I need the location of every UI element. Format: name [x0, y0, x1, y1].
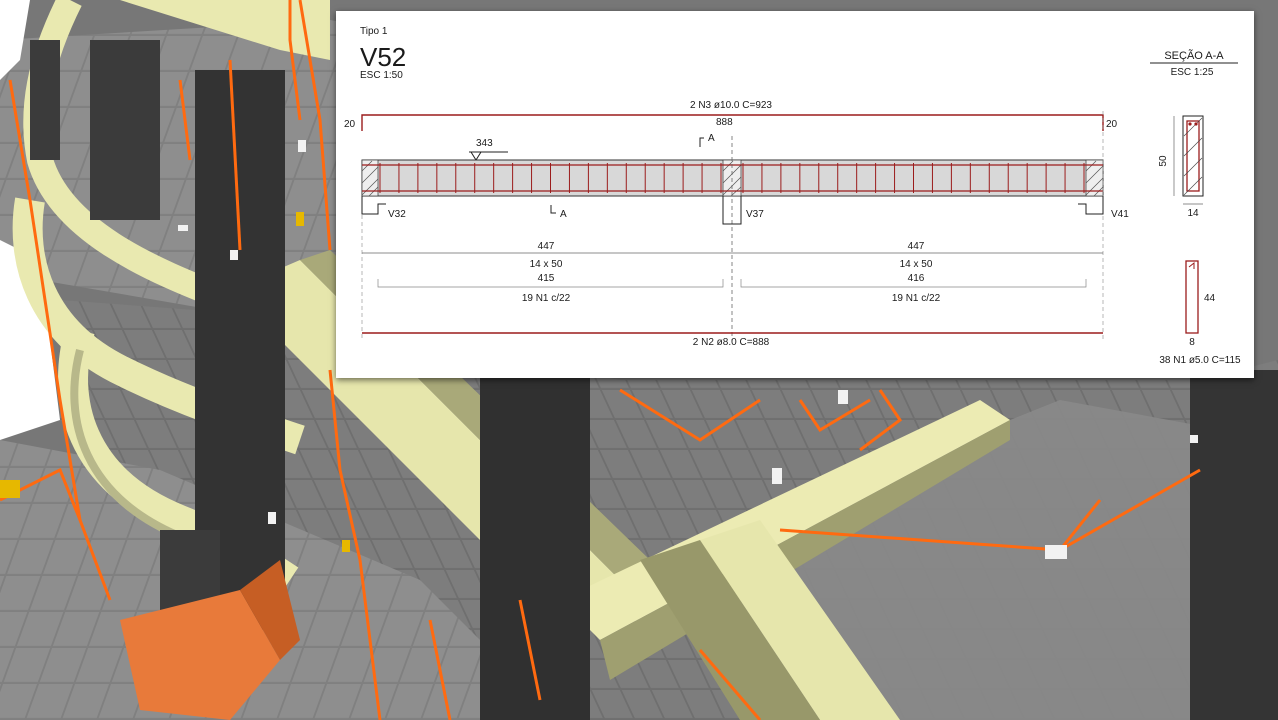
cut-marker-top: [699, 137, 704, 147]
column-5: [1190, 370, 1278, 720]
section-scale: ESC 1:25: [1171, 67, 1214, 78]
top-bar-label: 2 N3 ø10.0 C=923: [690, 100, 772, 111]
cut-marker-bottom: [550, 205, 556, 214]
support-v41: [1078, 196, 1104, 215]
stirrup-shape: [1185, 260, 1199, 334]
beam-name: V52: [360, 42, 406, 72]
section-width-label: 14: [1187, 208, 1199, 219]
stirrup-hook: [1188, 261, 1195, 269]
stirrup-label: 38 N1 ø5.0 C=115: [1159, 355, 1241, 366]
support-v37-label: V37: [746, 209, 764, 220]
beam-scale: ESC 1:50: [360, 70, 403, 81]
span-1-length: 447: [538, 241, 555, 252]
section-outline: [1182, 115, 1204, 197]
column-4: [480, 360, 590, 720]
bottom-bar-label: 2 N2 ø8.0 C=888: [693, 337, 770, 348]
support-v32: [361, 196, 386, 215]
support-v41-label: V41: [1111, 209, 1129, 220]
stirrup-height-label: 44: [1204, 293, 1216, 304]
cut-marker-bottom-label: A: [560, 209, 567, 220]
column-1: [90, 40, 160, 220]
span-2-stirrups: 19 N1 c/22: [892, 293, 941, 304]
span-2-section: 14 x 50: [900, 259, 933, 270]
marker-value: 343: [476, 138, 493, 149]
span-1-stirrup-run: 415: [538, 273, 555, 284]
span-2-stirrup-run: 416: [908, 273, 925, 284]
beam-detail-drawing: Tipo 1 V52 ESC 1:50 SEÇÃO A-A ESC 1:25 2…: [336, 11, 1254, 378]
column-3: [30, 40, 60, 160]
right-hook-length: 20: [1106, 119, 1118, 130]
marker-triangle: [470, 151, 482, 161]
cut-marker-top-label: A: [708, 133, 715, 144]
stirrup-width-label: 8: [1189, 337, 1195, 348]
floor-label: Tipo 1: [360, 26, 388, 37]
section-height-label: 50: [1158, 155, 1169, 167]
span-2-length: 447: [908, 241, 925, 252]
section-bar-tr: [1194, 122, 1198, 126]
left-hook-length: 20: [344, 119, 356, 130]
support-v32-label: V32: [388, 209, 406, 220]
span-1-section: 14 x 50: [530, 259, 563, 270]
section-bar-tl: [1188, 122, 1192, 126]
top-bar-length: 888: [716, 117, 733, 128]
span-1-stirrups: 19 N1 c/22: [522, 293, 571, 304]
section-title: SEÇÃO A-A: [1164, 49, 1224, 62]
